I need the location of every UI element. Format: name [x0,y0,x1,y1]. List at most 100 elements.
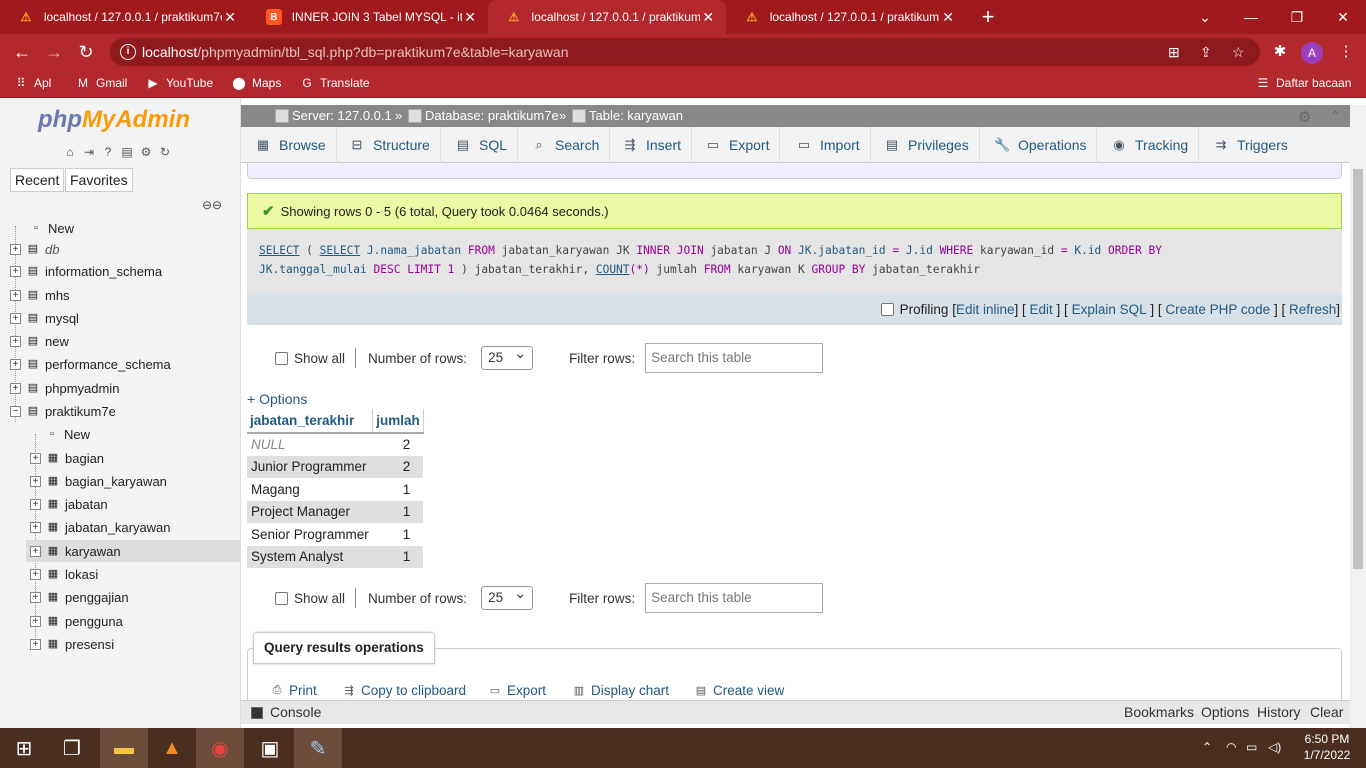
console-bookmarks[interactable]: Bookmarks [1124,704,1194,720]
home-icon[interactable]: ⌂ [62,144,78,160]
create-view-link[interactable]: ▤ Create view [693,683,784,698]
share-icon[interactable]: ⇪ [1200,44,1212,61]
tree-table-bagian-karyawan[interactable]: + ▦ bagian_karyawan [30,470,167,492]
favorites-button[interactable]: Favorites [65,168,133,192]
bookmark-youtube[interactable]: ▶ YouTube [146,76,213,90]
tree-db-performance-schema[interactable]: + ▤ performance_schema [10,353,171,375]
bookmark-gmail[interactable]: M Gmail [76,76,127,90]
scrollbar-thumb[interactable] [1353,169,1363,569]
windows-start-icon[interactable]: ⊞ [0,728,48,768]
export-link[interactable]: ▭ Export [487,683,546,698]
show-all-checkbox[interactable] [275,591,288,605]
close-window-button[interactable]: ✕ [1328,4,1358,30]
tab-structure[interactable]: ⊟ Structure [339,127,441,163]
breadcrumb-server[interactable]: Server: 127.0.0.1 [275,108,392,123]
profiling-checkbox[interactable] [880,302,894,316]
tree-db-information-schema[interactable]: + ▤ information_schema [10,260,162,282]
expand-icon[interactable]: + [30,521,41,533]
collapse-all-icon[interactable]: ⊖⊖ [202,198,222,212]
bookmark-apps[interactable]: ⠿ Apl [14,76,52,90]
forward-button[interactable]: → [42,40,66,64]
restore-button[interactable]: ❐ [1282,4,1312,30]
tab-browse[interactable]: ▦ Browse [245,127,337,163]
browser-tab-3[interactable]: ⚠ localhost / 127.0.0.1 / praktikum7e ✕ [488,0,726,34]
breadcrumb-table[interactable]: Table: karyawan [572,108,683,123]
console-history[interactable]: History [1257,704,1301,720]
display-chart-link[interactable]: ▥ Display chart [571,683,669,698]
tree-db-new[interactable]: + ▤ new [10,330,69,352]
sql-token[interactable]: COUNT [596,263,630,276]
tree-table-pengguna[interactable]: + ▦ pengguna [30,610,123,632]
print-link[interactable]: ⎙ Print [269,683,317,698]
sql-token[interactable]: SELECT [259,244,299,257]
number-of-rows-select[interactable]: 25 [481,345,534,370]
tab-search[interactable]: ⌕ Search [521,127,611,163]
network-icon[interactable]: ◠ [1226,740,1236,754]
address-bar[interactable]: i localhost/phpmyadmin/tbl_sql.php?db=pr… [110,38,1260,66]
settings-gear-icon[interactable]: ⚙ [1298,108,1311,126]
tree-table-bagian[interactable]: + ▦ bagian [30,447,104,469]
browser-tab-2[interactable]: B INNER JOIN 3 Tabel MYSQL - itor ✕ [248,0,488,34]
column-header-jabatan-terakhir[interactable]: jabatan_terakhir [247,409,374,434]
expand-icon[interactable]: + [10,265,21,277]
battery-icon[interactable]: ▭ [1246,740,1257,754]
expand-icon[interactable]: + [10,382,21,394]
extensions-icon[interactable]: ✱ [1268,40,1292,64]
vlc-icon[interactable]: ▲ [148,728,196,768]
chrome-icon[interactable]: ◉ [196,728,244,768]
collapse-top-icon[interactable]: ⌃ [1330,108,1341,124]
tree-db-mhs[interactable]: + ▤ mhs [10,284,70,306]
volume-icon[interactable]: ◁) [1268,740,1281,754]
expand-icon[interactable]: + [30,591,41,603]
expand-icon[interactable]: + [30,638,41,650]
expand-icon[interactable]: + [30,568,41,580]
bookmark-maps[interactable]: ⬤ Maps [232,76,281,90]
show-all-checkbox[interactable] [275,351,288,365]
expand-icon[interactable]: + [10,289,21,301]
intellij-icon[interactable]: ▣ [246,728,294,768]
breadcrumb-database[interactable]: Database: praktikum7e [408,108,559,123]
site-info-icon[interactable]: i [120,44,136,60]
options-link[interactable]: + Options [247,391,307,407]
taskbar-clock[interactable]: 6:50 PM 1/7/2022 [1292,731,1362,763]
bookmark-translate[interactable]: G Translate [300,76,369,90]
tree-db-praktikum7e[interactable]: − ▤ praktikum7e [10,400,116,422]
back-button[interactable]: ← [10,40,34,64]
tree-db-mysql[interactable]: + ▤ mysql [10,307,79,329]
settings-gear-icon[interactable]: ⚙ [138,144,154,160]
tab-tracking[interactable]: ◉ Tracking [1101,127,1200,163]
filter-rows-input[interactable]: Search this table [645,343,824,373]
expand-icon[interactable]: + [30,615,41,627]
tab-import[interactable]: ▭ Import [786,127,871,163]
new-tab-button[interactable]: + [976,4,1000,30]
url-text[interactable]: localhost/phpmyadmin/tbl_sql.php?db=prak… [142,44,569,60]
tree-table-lokasi[interactable]: + ▦ lokasi [30,563,98,585]
tab-export[interactable]: ▭ Export [695,127,781,163]
close-icon[interactable]: ✕ [940,9,956,26]
browser-tab-4[interactable]: ⚠ localhost / 127.0.0.1 / praktikum7e ✕ [726,0,966,34]
tree-table-karyawan[interactable]: + ▦ karyawan [26,540,240,562]
phpmyadmin-logo[interactable]: phpMyAdmin [38,106,190,134]
expand-icon[interactable]: + [30,452,41,464]
tree-table-jabatan[interactable]: + ▦ jabatan [30,493,108,515]
console-clear[interactable]: Clear [1310,704,1343,720]
tree-db-db[interactable]: + ▤ db [10,238,59,260]
edit-inline-link[interactable]: Edit inline [956,302,1015,317]
logout-icon[interactable]: ⇥ [81,144,97,160]
recent-button[interactable]: Recent [10,168,65,192]
console-toggle[interactable]: Console [270,704,321,720]
close-icon[interactable]: ✕ [700,9,716,26]
reload-icon[interactable]: ↻ [157,144,173,160]
expand-icon[interactable]: + [30,498,41,510]
tree-table-jabatan-karyawan[interactable]: + ▦ jabatan_karyawan [30,516,171,538]
filter-rows-input[interactable]: Search this table [645,583,824,613]
console-options[interactable]: Options [1201,704,1249,720]
tree-table-presensi[interactable]: + ▦ presensi [30,633,114,655]
close-icon[interactable]: ✕ [222,9,238,26]
copy-to-clipboard-link[interactable]: ⇶ Copy to clipboard [341,683,466,698]
file-explorer-icon[interactable]: ▬ [100,728,148,768]
expand-icon[interactable]: + [30,475,41,487]
reading-list[interactable]: ☰ Daftar bacaan [1256,76,1352,90]
tab-privileges[interactable]: ▤ Privileges [874,127,980,163]
paint-icon[interactable]: ✎ [294,728,342,768]
